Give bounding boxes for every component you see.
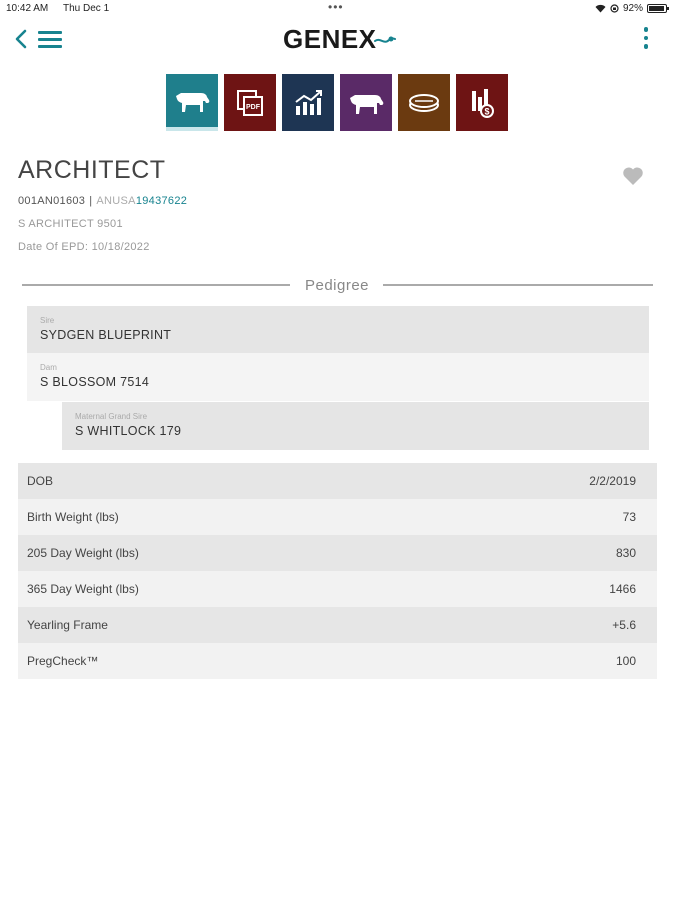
stat-row: 205 Day Weight (lbs) 830 xyxy=(18,535,657,571)
bull-code: 001AN01603 xyxy=(18,195,86,207)
cow-icon xyxy=(176,92,210,112)
sire-label: Sire xyxy=(40,316,55,325)
cow-icon xyxy=(350,94,384,114)
tile-documents[interactable]: PDF xyxy=(224,74,276,131)
epd-date: Date Of EPD: 10/18/2022 xyxy=(18,241,150,253)
stat-label: DOB xyxy=(27,474,54,488)
status-right: 92% xyxy=(595,3,669,14)
chevron-left-icon xyxy=(15,29,27,49)
battery-icon xyxy=(647,4,669,13)
stat-value: 2/2/2019 xyxy=(589,474,636,488)
stat-row: PregCheck™ 100 xyxy=(18,643,657,679)
hamburger-menu-icon[interactable] xyxy=(38,31,62,48)
mgs-label: Maternal Grand Sire xyxy=(75,412,148,421)
registration-prefix: ANUSA xyxy=(96,195,136,207)
stat-label: 365 Day Weight (lbs) xyxy=(27,582,139,596)
stat-value: +5.6 xyxy=(612,618,636,632)
more-options-button[interactable] xyxy=(641,27,651,53)
tile-performance[interactable] xyxy=(282,74,334,131)
dam-value: S BLOSSOM 7514 xyxy=(40,375,150,389)
stat-row: Birth Weight (lbs) 73 xyxy=(18,499,657,535)
battery-fill xyxy=(649,6,664,11)
genex-logo: GENEX xyxy=(283,24,396,54)
stat-label: 205 Day Weight (lbs) xyxy=(27,546,139,560)
stat-row: Yearling Frame +5.6 xyxy=(18,607,657,643)
dam-label: Dam xyxy=(40,363,57,372)
registration-number-link[interactable]: 19437622 xyxy=(136,195,187,207)
straw-icon xyxy=(409,93,439,112)
tile-inventory[interactable] xyxy=(398,74,450,131)
pdf-documents-icon: PDF xyxy=(237,89,263,116)
multitasking-dots-icon[interactable]: ••• xyxy=(328,0,344,14)
stats-table: DOB 2/2/2019 Birth Weight (lbs) 73 205 D… xyxy=(18,463,657,679)
stat-label: Birth Weight (lbs) xyxy=(27,510,119,524)
pedigree-divider-left xyxy=(22,284,290,286)
back-button[interactable] xyxy=(12,27,32,51)
status-bar: 10:42 AM Thu Dec 1 ••• 92% xyxy=(0,0,675,18)
logo-text: GENEX xyxy=(283,23,377,54)
dam-row[interactable]: Dam S BLOSSOM 7514 xyxy=(27,353,649,401)
tile-profile[interactable] xyxy=(166,74,218,131)
heart-icon xyxy=(623,167,643,185)
stat-value: 100 xyxy=(615,654,636,668)
battery-percent: 92% xyxy=(622,3,643,14)
svg-text:$: $ xyxy=(484,106,489,116)
stat-row: DOB 2/2/2019 xyxy=(18,463,657,499)
pedigree-divider-right xyxy=(383,284,653,286)
sire-value: SYDGEN BLUEPRINT xyxy=(40,328,172,342)
bull-name: ARCHITECT xyxy=(18,156,166,184)
logo-swoosh-icon xyxy=(373,36,396,43)
pedigree-title: Pedigree xyxy=(304,277,370,294)
stat-value: 1466 xyxy=(609,582,636,596)
maternal-grand-sire-row[interactable]: Maternal Grand Sire S WHITLOCK 179 xyxy=(62,402,649,450)
svg-text:PDF: PDF xyxy=(246,104,261,111)
stat-label: Yearling Frame xyxy=(27,618,108,632)
section-tiles: PDF $ xyxy=(166,74,508,131)
stat-value: 830 xyxy=(615,546,636,560)
favorite-button[interactable] xyxy=(622,166,644,186)
tile-pricing[interactable]: $ xyxy=(456,74,508,131)
mgs-value: S WHITLOCK 179 xyxy=(75,424,182,438)
tile-progeny[interactable] xyxy=(340,74,392,131)
stat-row: 365 Day Weight (lbs) 1466 xyxy=(18,571,657,607)
bar-chart-growth-icon xyxy=(295,89,322,115)
stat-value: 73 xyxy=(622,510,636,524)
price-chart-icon: $ xyxy=(472,88,494,118)
status-time: 10:42 AM xyxy=(6,3,49,14)
wifi-icon xyxy=(595,4,606,13)
sire-row[interactable]: Sire SYDGEN BLUEPRINT xyxy=(27,306,649,353)
status-date: Thu Dec 1 xyxy=(63,3,110,14)
orientation-lock-icon xyxy=(610,4,619,13)
registered-name: S ARCHITECT 9501 xyxy=(18,218,123,230)
id-line: 001AN01603 | ANUSA19437622 xyxy=(18,195,187,207)
stat-label: PregCheck™ xyxy=(27,654,99,668)
id-separator: | xyxy=(89,195,93,207)
